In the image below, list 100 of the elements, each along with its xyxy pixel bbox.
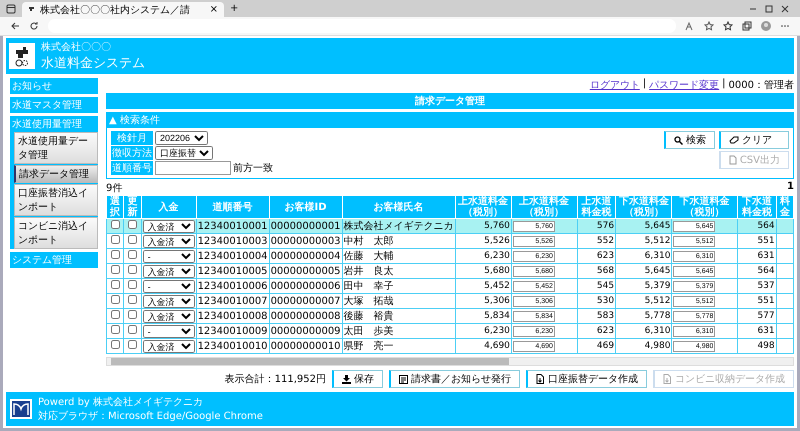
update-checkbox[interactable] bbox=[128, 235, 137, 244]
table-cell: 5,379 bbox=[616, 278, 672, 294]
select-checkbox[interactable] bbox=[110, 235, 120, 244]
table-cell: 5,512 bbox=[616, 294, 672, 308]
eraser-icon bbox=[728, 136, 739, 144]
table-cell: 577 bbox=[738, 308, 776, 324]
close-icon[interactable] bbox=[780, 4, 790, 14]
column-header: 下水道料金（税別） bbox=[672, 196, 738, 218]
payment-select[interactable]: - bbox=[142, 324, 195, 338]
read-aloud-icon[interactable] bbox=[685, 21, 695, 31]
faucet-logo-icon bbox=[9, 43, 35, 69]
table-cell: 12340010004 bbox=[196, 248, 270, 264]
page-title: 請求データ管理 bbox=[106, 93, 794, 109]
payment-select[interactable]: - bbox=[142, 250, 195, 262]
select-checkbox[interactable] bbox=[110, 340, 120, 349]
payment-select[interactable]: 入金済 bbox=[142, 294, 195, 308]
table-cell: 631 bbox=[738, 248, 776, 264]
action-button[interactable]: 請求書／お知らせ発行 bbox=[389, 370, 520, 388]
sidebar-subitem[interactable]: コンビニ消込インポート bbox=[14, 217, 98, 249]
refresh-icon[interactable] bbox=[29, 21, 39, 31]
select-checkbox[interactable] bbox=[110, 325, 120, 334]
column-header: 選択 bbox=[106, 196, 124, 218]
field-label: 徴収方法 bbox=[111, 146, 153, 160]
update-checkbox[interactable] bbox=[128, 250, 137, 259]
search-button[interactable]: クリア bbox=[718, 131, 789, 149]
action-button[interactable]: 口座振替データ作成 bbox=[526, 370, 647, 388]
table-cell: 5,645 bbox=[616, 218, 672, 234]
sidebar-subitem[interactable]: 口座振替消込インポート bbox=[14, 184, 98, 216]
table-cell: 12340010006 bbox=[196, 278, 270, 294]
update-checkbox[interactable] bbox=[128, 265, 137, 274]
table-cell: 5,452 bbox=[455, 278, 512, 294]
payment-select[interactable]: - bbox=[142, 280, 195, 292]
file-arrow-icon bbox=[663, 374, 672, 384]
table-cell: 00000000005 bbox=[269, 264, 342, 278]
table-cell: 4,980 bbox=[616, 338, 672, 354]
sidebar-subitem[interactable]: 請求データ管理 bbox=[14, 165, 98, 183]
select-checkbox[interactable] bbox=[110, 280, 120, 289]
browser-tab[interactable]: 株式会社〇〇〇社内システム／請 × bbox=[22, 2, 224, 17]
table-cell: 623 bbox=[577, 324, 616, 338]
table-cell: 568 bbox=[577, 264, 616, 278]
table-cell: 551 bbox=[738, 234, 776, 248]
table-cell: 498 bbox=[738, 338, 776, 354]
download-icon bbox=[342, 374, 351, 384]
update-checkbox[interactable] bbox=[128, 310, 137, 319]
table-cell: 530 bbox=[577, 294, 616, 308]
update-checkbox[interactable] bbox=[128, 280, 137, 289]
table-cell: 12340010005 bbox=[196, 264, 270, 278]
table-cell: 583 bbox=[577, 308, 616, 324]
back-icon[interactable] bbox=[10, 21, 20, 31]
payment-select[interactable]: 入金済 bbox=[142, 220, 195, 232]
table-cell: 552 bbox=[577, 234, 616, 248]
update-checkbox[interactable] bbox=[128, 325, 137, 334]
payment-select[interactable]: 入金済 bbox=[142, 310, 195, 322]
update-checkbox[interactable] bbox=[128, 295, 137, 304]
collections-icon[interactable] bbox=[742, 21, 752, 31]
update-checkbox[interactable] bbox=[128, 340, 137, 349]
header-link[interactable]: パスワード変更 bbox=[649, 78, 720, 92]
separator: | bbox=[642, 78, 646, 91]
table-cell: 623 bbox=[577, 248, 616, 264]
close-tab-button[interactable]: × bbox=[210, 4, 218, 15]
search-button[interactable]: 検索 bbox=[664, 131, 715, 149]
new-tab-button[interactable]: + bbox=[230, 3, 238, 14]
select-checkbox[interactable] bbox=[110, 310, 120, 319]
sidebar-subitem[interactable]: 水道使用量データ管理 bbox=[14, 132, 98, 164]
select-checkbox[interactable] bbox=[110, 265, 120, 274]
table-cell: 469 bbox=[577, 338, 616, 354]
action-button[interactable]: 保存 bbox=[332, 370, 383, 388]
table-cell: 00000000004 bbox=[269, 248, 342, 264]
horizontal-scrollbar[interactable] bbox=[106, 357, 794, 366]
column-header: 上水道料金（税別） bbox=[455, 196, 512, 218]
table-cell: 5,645 bbox=[616, 264, 672, 278]
table-cell: 00000000001 bbox=[269, 218, 342, 234]
payment-select[interactable]: 入金済 bbox=[142, 234, 195, 248]
payment-select[interactable]: 入金済 bbox=[142, 264, 195, 278]
table-cell: 中村 太郎 bbox=[342, 234, 456, 248]
profile-icon[interactable] bbox=[761, 21, 771, 31]
table-cell: 6,310 bbox=[616, 324, 672, 338]
table-cell: 00000000003 bbox=[269, 234, 342, 248]
maximize-icon[interactable] bbox=[764, 4, 774, 14]
page-number[interactable]: 1 bbox=[787, 181, 794, 195]
select-field[interactable]: 口座振替 bbox=[155, 146, 213, 160]
table-cell: 564 bbox=[738, 218, 776, 234]
payment-select[interactable]: 入金済 bbox=[142, 340, 195, 352]
update-checkbox[interactable] bbox=[128, 220, 137, 229]
table-cell: 537 bbox=[738, 278, 776, 294]
table-cell: 佐藤 大輔 bbox=[342, 248, 456, 264]
table-cell: 5,778 bbox=[616, 308, 672, 324]
table-cell: 県野 亮一 bbox=[342, 338, 456, 354]
input-field[interactable] bbox=[155, 161, 231, 175]
favorites-icon[interactable] bbox=[723, 21, 733, 31]
column-header: 上水道料金（税別） bbox=[511, 196, 578, 218]
tab-list-icon[interactable] bbox=[6, 4, 16, 14]
select-checkbox[interactable] bbox=[110, 295, 120, 304]
header-link[interactable]: ログアウト bbox=[590, 78, 640, 92]
select-checkbox[interactable] bbox=[110, 220, 120, 229]
table-cell: 大塚 拓哉 bbox=[342, 294, 456, 308]
table-cell: 4,690 bbox=[455, 338, 512, 354]
select-checkbox[interactable] bbox=[110, 250, 120, 259]
select-field[interactable]: 202206 bbox=[155, 131, 208, 145]
table-cell: 00000000007 bbox=[269, 294, 342, 308]
